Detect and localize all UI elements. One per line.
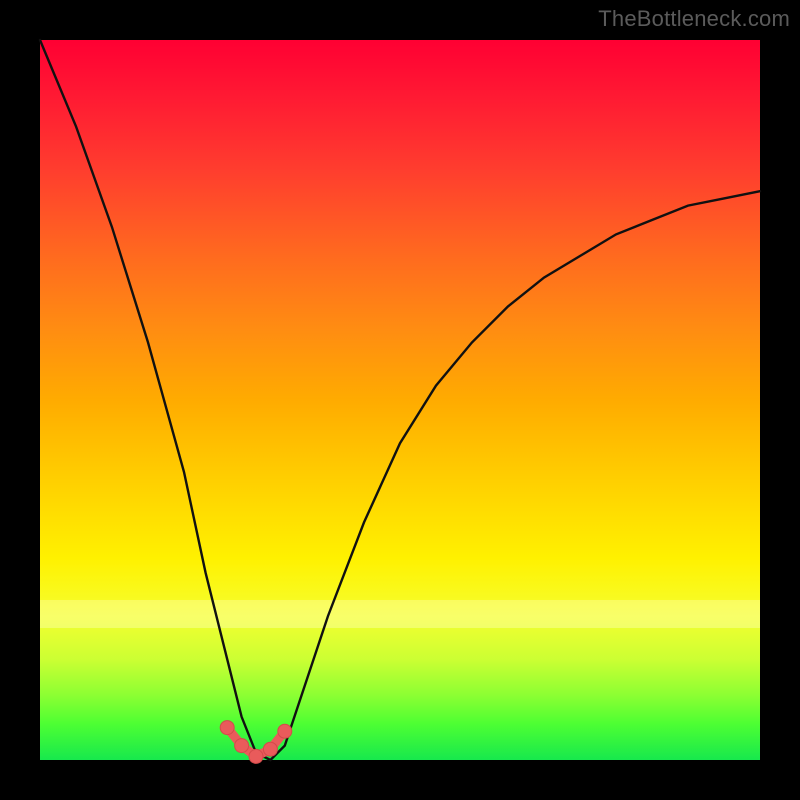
curve-layer xyxy=(40,40,760,760)
optimal-marker xyxy=(235,739,249,753)
optimal-marker xyxy=(278,724,292,738)
optimal-marker xyxy=(249,749,263,763)
chart-frame: TheBottleneck.com xyxy=(0,0,800,800)
bottleneck-curve xyxy=(40,40,760,760)
optimal-marker xyxy=(263,742,277,756)
optimal-marker xyxy=(220,721,234,735)
watermark-text: TheBottleneck.com xyxy=(598,6,790,32)
